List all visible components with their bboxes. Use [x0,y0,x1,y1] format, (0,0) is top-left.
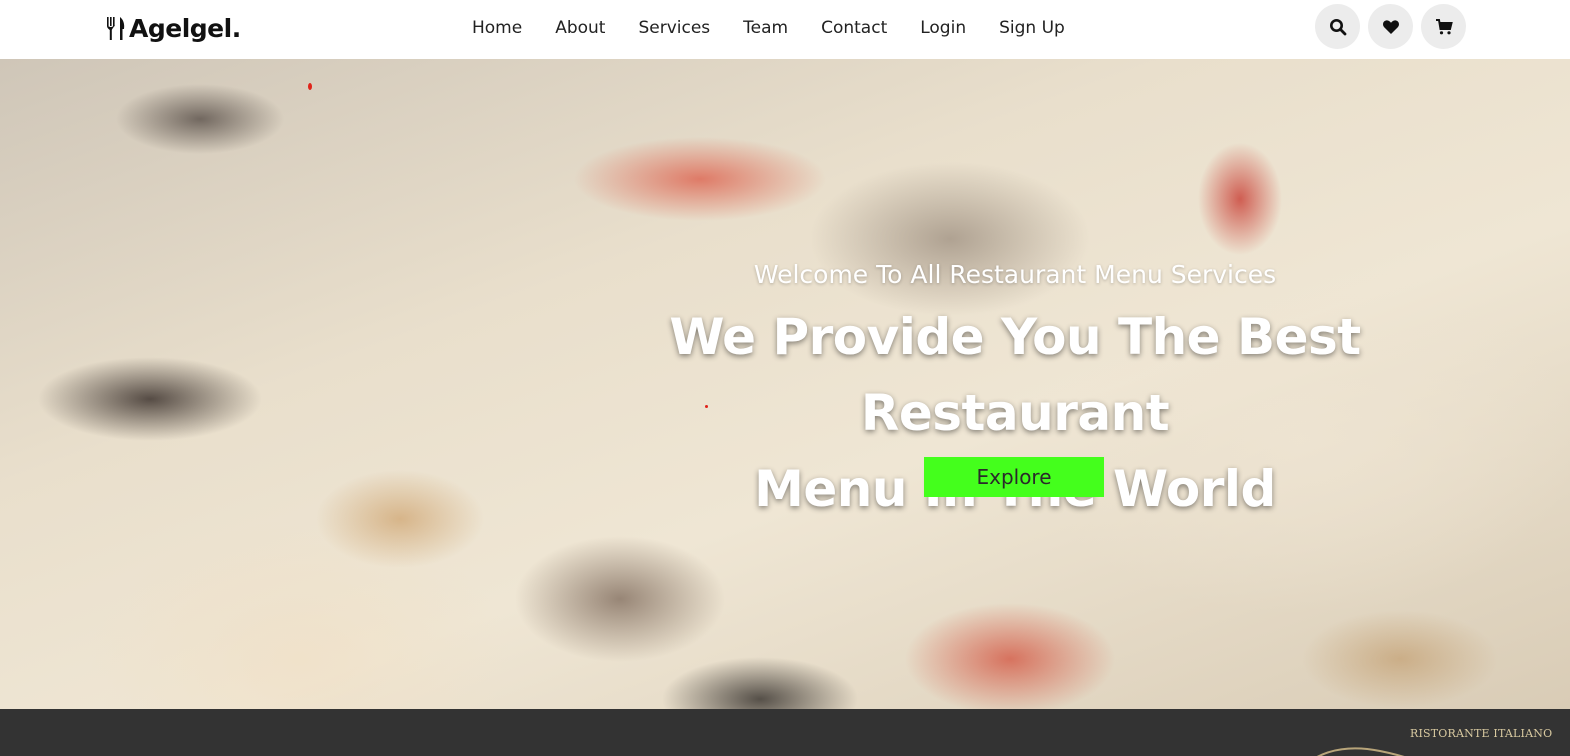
heart-icon [1382,19,1399,34]
hero-title-line-1: We Provide You The Best Restaurant [669,308,1361,442]
nav-contact[interactable]: Contact [821,18,887,38]
restaurant-brand-text: RISTORANTE ITALIANO [1410,727,1553,740]
hero-subtitle: Welcome To All Restaurant Menu Services [753,260,1277,289]
decorative-dot [308,83,312,90]
hero-content: Welcome To All Restaurant Menu Services … [560,59,1470,709]
nav-services[interactable]: Services [638,18,710,38]
nav-team[interactable]: Team [743,18,788,38]
hero-banner: Welcome To All Restaurant Menu Services … [0,59,1570,709]
search-icon [1329,18,1346,35]
fork-knife-icon [107,17,125,40]
wishlist-button[interactable] [1368,4,1413,49]
cart-icon [1435,18,1453,34]
cart-button[interactable] [1421,4,1466,49]
explore-button[interactable]: Explore [924,457,1104,497]
site-header: Agelgel. Home About Services Team Contac… [0,0,1570,59]
logo-text: Agelgel. [129,13,241,43]
nav-home[interactable]: Home [472,18,522,38]
nav-about[interactable]: About [555,18,605,38]
main-nav: Home About Services Team Contact Login S… [472,14,1098,42]
header-actions [1315,4,1466,49]
logo[interactable]: Agelgel. [105,12,241,44]
next-section-strip: RISTORANTE ITALIANO [0,709,1570,756]
nav-sign-up[interactable]: Sign Up [999,18,1065,38]
search-button[interactable] [1315,4,1360,49]
nav-login[interactable]: Login [920,18,966,38]
